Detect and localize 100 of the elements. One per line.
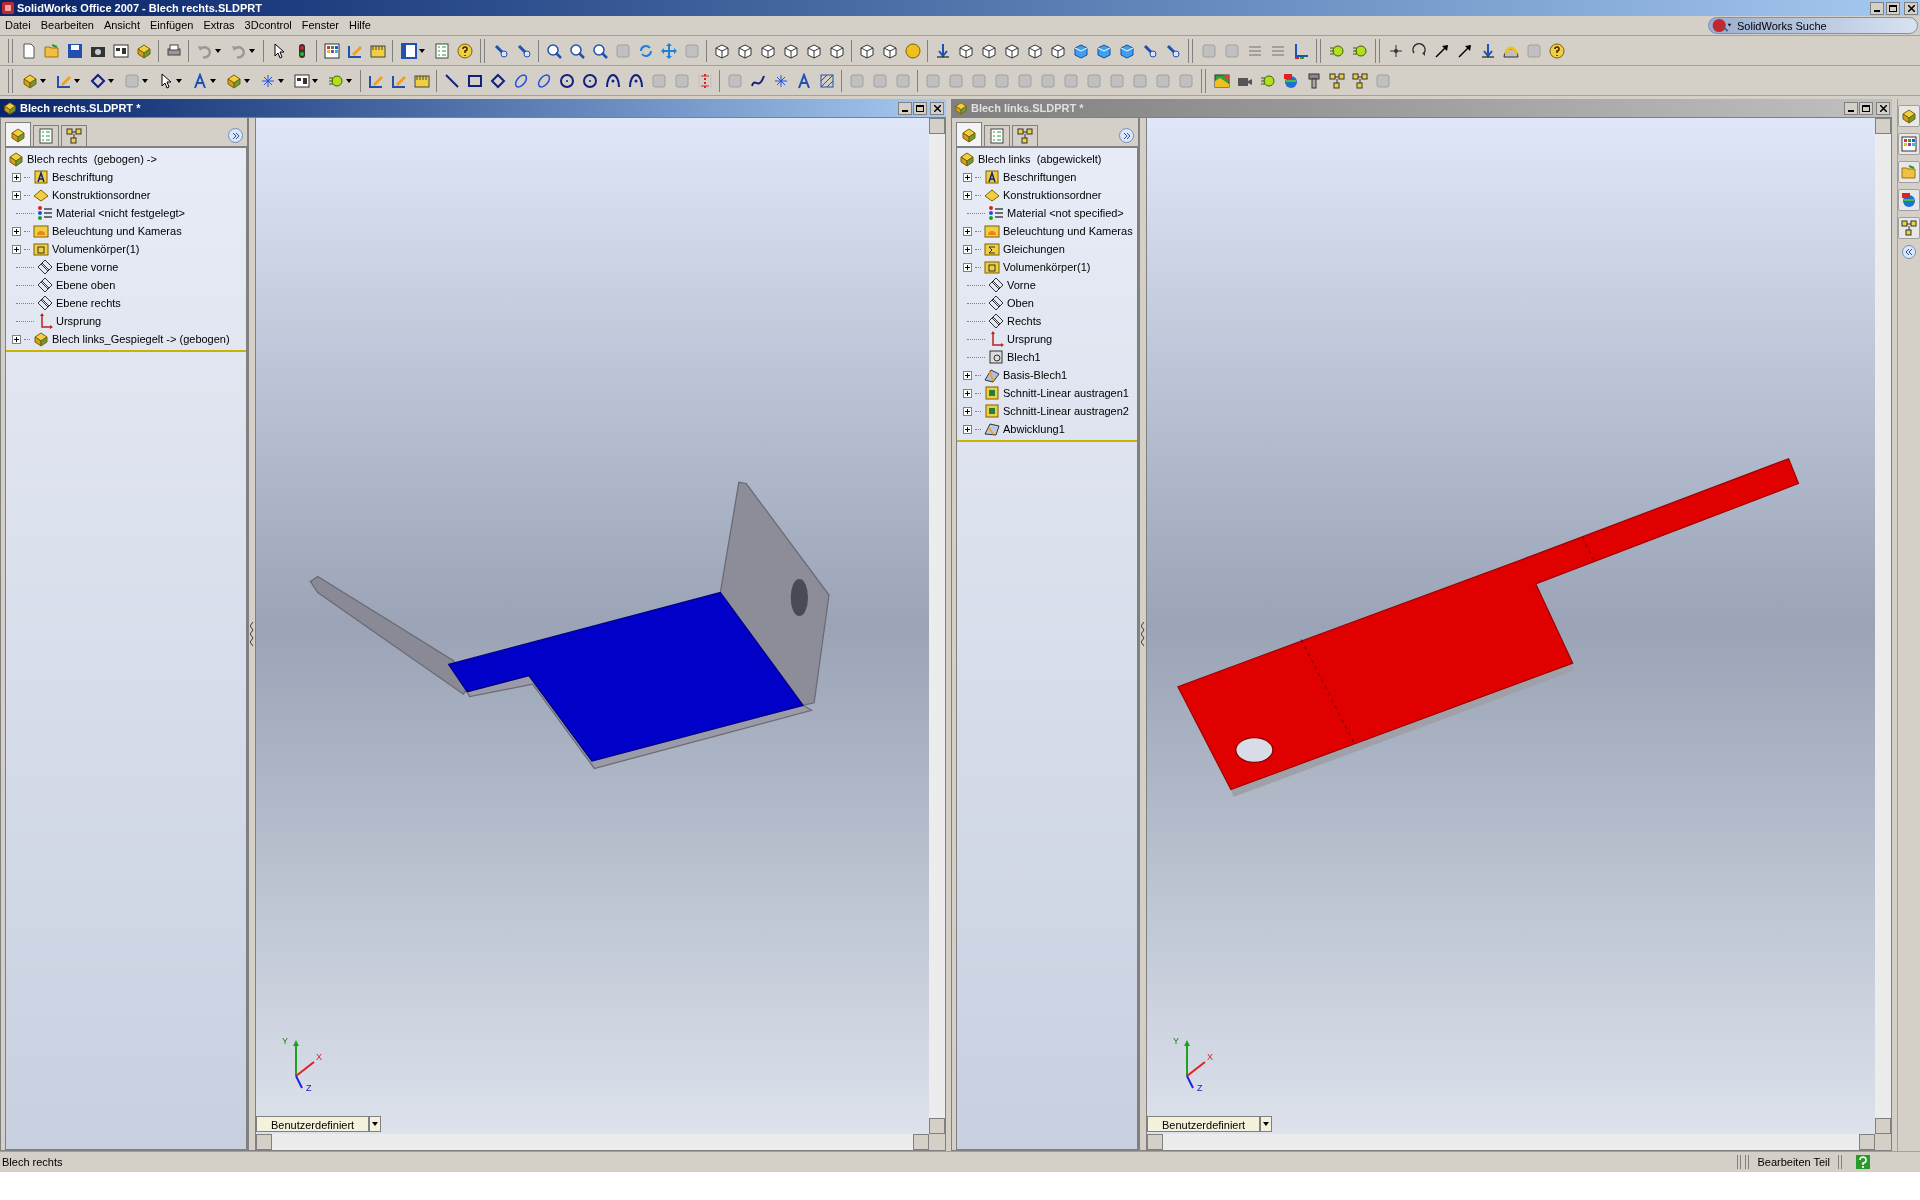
expand-button[interactable] (1119, 128, 1134, 143)
maximize-button[interactable] (913, 101, 927, 115)
tree-item[interactable]: Beleuchtung und Kameras (52, 225, 182, 237)
configuration-tab[interactable] (61, 125, 87, 146)
menu-item[interactable]: Extras (198, 17, 240, 34)
configuration-tab[interactable] (1012, 125, 1038, 146)
expand-toggle[interactable] (12, 244, 21, 254)
tree-item[interactable]: Beschriftungen (1003, 171, 1077, 183)
collapse-button[interactable] (1902, 245, 1916, 259)
minimize-button[interactable] (1870, 1, 1884, 15)
tree-item[interactable]: Blech rechts (gebogen) -> (27, 153, 157, 165)
menu-item[interactable]: Datei (0, 17, 36, 34)
maximize-button[interactable] (1886, 1, 1900, 15)
tree-item[interactable]: Konstruktionsordner (1003, 189, 1102, 201)
horizontal-scrollbar[interactable] (1147, 1134, 1875, 1150)
plus-icon (14, 192, 19, 198)
expand-toggle[interactable] (12, 190, 21, 200)
tree-item[interactable]: Schnitt-Linear austragen2 (1003, 405, 1129, 417)
expand-toggle[interactable] (963, 244, 972, 254)
maximize-button[interactable] (1859, 101, 1873, 115)
expand-toggle[interactable] (963, 424, 972, 434)
property-tab[interactable] (33, 125, 59, 146)
tree-item[interactable]: Beleuchtung und Kameras (1003, 225, 1133, 237)
minimize-button[interactable] (1844, 101, 1858, 115)
caret-icon (1263, 1122, 1270, 1126)
tree-item[interactable]: Rechts (1007, 315, 1042, 327)
tree-item[interactable]: Vorne (1007, 279, 1036, 291)
tree-item[interactable]: Oben (1007, 297, 1034, 309)
dropdown-arrow-button[interactable] (369, 1116, 382, 1132)
maximize-icon (1862, 104, 1870, 112)
tree-item[interactable]: Ebene rechts (56, 297, 121, 309)
search-icon (1711, 18, 1733, 33)
splitter-handle-icon[interactable] (250, 622, 254, 646)
arrow-icon (1456, 42, 1473, 59)
caret-icon (142, 78, 148, 83)
circle-icon (558, 72, 575, 89)
plus-icon (14, 246, 19, 252)
probe-icon (492, 42, 509, 59)
feature-tree-tab[interactable] (5, 122, 31, 146)
expand-toggle[interactable] (12, 172, 21, 182)
tree-item[interactable]: Volumenkörper(1) (1003, 261, 1091, 273)
tree-item[interactable]: Abwicklung1 (1003, 423, 1065, 435)
splitter-handle-icon[interactable] (1141, 622, 1145, 646)
tree-item[interactable]: Ebene oben (56, 279, 116, 291)
menu-item[interactable]: Fenster (296, 17, 344, 34)
asterisk-icon (772, 72, 789, 89)
menu-item[interactable]: Bearbeiten (35, 17, 99, 34)
tree-item[interactable]: Blech1 (1007, 351, 1041, 363)
tree-item[interactable]: Ursprung (56, 315, 102, 327)
double-chevron-icon (1122, 132, 1131, 139)
expand-toggle[interactable] (963, 388, 972, 398)
expand-toggle[interactable] (963, 262, 972, 272)
minimize-button[interactable] (898, 101, 912, 115)
tree-item[interactable]: Ebene vorne (56, 261, 119, 273)
tree-item[interactable]: Basis-Blech1 (1003, 369, 1068, 381)
expand-button[interactable] (228, 128, 243, 143)
plus-icon (965, 264, 970, 270)
expand-toggle[interactable] (963, 190, 972, 200)
tree-item[interactable]: Volumenkörper(1) (52, 243, 140, 255)
feature-tree-tab[interactable] (956, 122, 982, 146)
close-button[interactable] (930, 101, 944, 115)
tree-item[interactable]: Konstruktionsordner (52, 189, 151, 201)
expand-toggle[interactable] (963, 406, 972, 416)
caret-icon (108, 78, 114, 83)
close-button[interactable] (1904, 1, 1918, 15)
menu-item[interactable]: Einfügen (145, 17, 199, 34)
tree-item[interactable]: Beschriftung (52, 171, 114, 183)
disabled-tool-icon (124, 72, 140, 89)
vertical-scrollbar[interactable] (1875, 118, 1891, 1134)
arrow-icon (934, 42, 951, 59)
vertical-scrollbar[interactable] (929, 118, 945, 1134)
text-tool-icon (192, 72, 208, 89)
expand-toggle[interactable] (12, 226, 21, 236)
close-button[interactable] (1876, 101, 1890, 115)
view-orientation-dropdown[interactable]: Benutzerdefiniert (1147, 1116, 1261, 1132)
expand-toggle[interactable] (963, 370, 972, 380)
help-icon[interactable] (1856, 1155, 1870, 1169)
menu-item[interactable]: Ansicht (98, 17, 145, 34)
search-field[interactable]: SolidWorks Suche (1708, 17, 1918, 34)
view-orientation-dropdown[interactable]: Benutzerdefiniert (256, 1116, 370, 1132)
expand-toggle[interactable] (12, 334, 21, 344)
tree-item[interactable]: Blech links_Gespiegelt -> (gebogen) (52, 333, 230, 345)
menu-item[interactable]: Hilfe (344, 17, 376, 34)
property-tab[interactable] (984, 125, 1010, 146)
horizontal-scrollbar[interactable] (256, 1134, 929, 1150)
expand-toggle[interactable] (963, 226, 972, 236)
probe-icon (1164, 42, 1181, 59)
dropdown-arrow-button[interactable] (1260, 1116, 1273, 1132)
tree-item[interactable]: Schnitt-Linear austragen1 (1003, 387, 1129, 399)
tree-item[interactable]: Material <not specified> (1007, 207, 1124, 219)
tree-item[interactable]: Gleichungen (1003, 243, 1065, 255)
expand-toggle[interactable] (963, 172, 972, 182)
caret-icon (210, 78, 216, 83)
graphics-viewport[interactable]: Y X Z Benutzerdefiniert (1147, 118, 1875, 1134)
tree-item[interactable]: Material <nicht festgelegt> (56, 207, 186, 219)
tree-item[interactable]: Ursprung (1007, 333, 1053, 345)
disabled-tool-icon (1223, 42, 1240, 59)
graphics-viewport[interactable]: Y X Z Benutzerdefiniert (256, 118, 929, 1134)
menu-item[interactable]: 3Dcontrol (239, 17, 297, 34)
tree-item[interactable]: Blech links (abgewickelt) (978, 153, 1102, 165)
